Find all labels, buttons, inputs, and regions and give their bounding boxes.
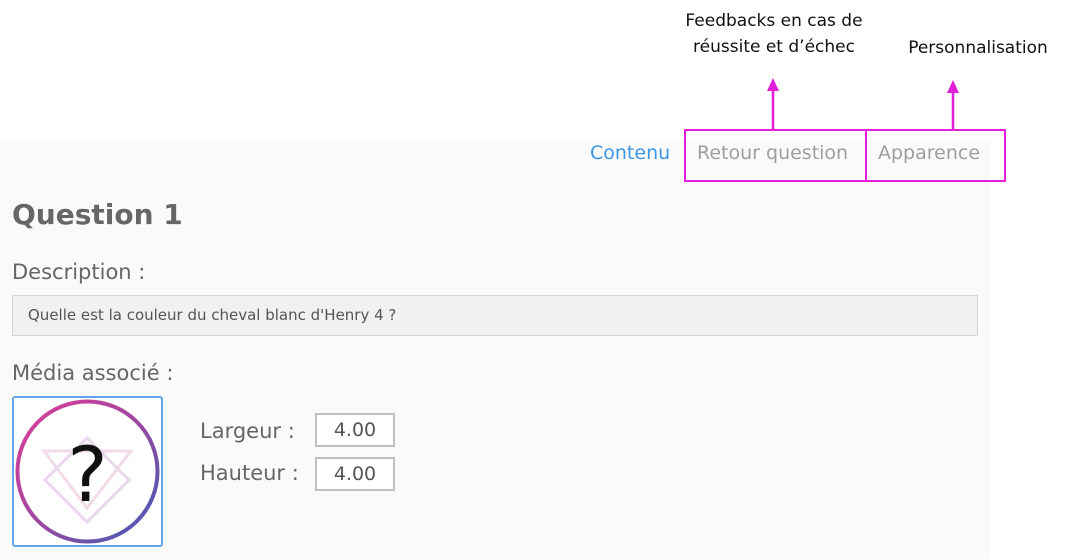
question-mark-placeholder-icon: ?: [15, 399, 160, 544]
description-input[interactable]: Quelle est la couleur du cheval blanc d'…: [12, 295, 978, 336]
annotation-arrowhead-personalisation: [947, 80, 959, 93]
height-label: Hauteur :: [200, 461, 299, 485]
question-title: Question 1: [12, 198, 183, 231]
annotation-arrowhead-feedback: [767, 78, 779, 91]
width-input[interactable]: 4.00: [315, 413, 395, 447]
annotation-box-retour-question: [684, 129, 867, 182]
media-label: Média associé :: [12, 361, 174, 385]
width-label: Largeur :: [200, 419, 295, 443]
height-input[interactable]: 4.00: [315, 457, 395, 491]
svg-text:?: ?: [67, 430, 107, 519]
description-label: Description :: [12, 260, 146, 284]
annotation-box-apparence: [865, 129, 1006, 182]
media-thumbnail[interactable]: ?: [12, 396, 163, 547]
tab-contenu[interactable]: Contenu: [590, 140, 670, 166]
